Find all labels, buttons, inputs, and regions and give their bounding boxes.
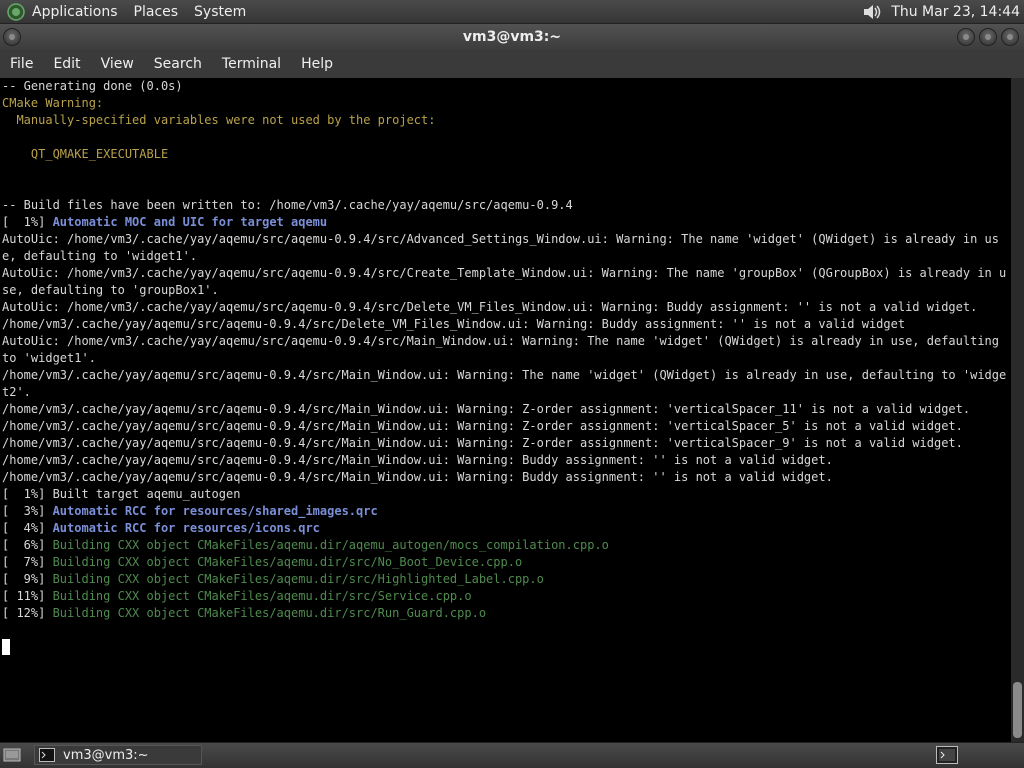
- terminal-line-prefix: [ 9%]: [2, 572, 53, 586]
- terminal-line-prefix: [ 11%]: [2, 589, 53, 603]
- terminal-line: AutoUic: /home/vm3/.cache/yay/aqemu/src/…: [2, 334, 1007, 365]
- terminal-line: /home/vm3/.cache/yay/aqemu/src/aqemu-0.9…: [2, 419, 963, 433]
- terminal-line: /home/vm3/.cache/yay/aqemu/src/aqemu-0.9…: [2, 470, 833, 484]
- menu-view[interactable]: View: [91, 56, 144, 72]
- terminal-line: [ 9%] Building CXX object CMakeFiles/aqe…: [2, 571, 1009, 588]
- terminal-line: [ 12%] Building CXX object CMakeFiles/aq…: [2, 605, 1009, 622]
- terminal-line: -- Generating done (0.0s): [2, 79, 183, 93]
- scrollbar-thumb[interactable]: [1013, 682, 1022, 738]
- terminal-line: [ 4%] Automatic RCC for resources/icons.…: [2, 520, 1009, 537]
- terminal-line: /home/vm3/.cache/yay/aqemu/src/aqemu-0.9…: [2, 436, 963, 450]
- window-title-bar[interactable]: vm3@vm3:~: [0, 24, 1024, 50]
- terminal-line-text: Building CXX object CMakeFiles/aqemu.dir…: [52, 555, 523, 569]
- terminal-line: AutoUic: /home/vm3/.cache/yay/aqemu/src/…: [2, 300, 978, 314]
- menu-terminal[interactable]: Terminal: [212, 56, 291, 72]
- terminal-line: CMake Warning:: [2, 96, 104, 110]
- terminal-line: /home/vm3/.cache/yay/aqemu/src/aqemu-0.9…: [2, 368, 1007, 399]
- terminal-line-prefix: [ 7%]: [2, 555, 53, 569]
- terminal-cursor: [2, 639, 10, 655]
- terminal-line: [ 7%] Building CXX object CMakeFiles/aqe…: [2, 554, 1009, 571]
- terminal-line-prefix: [ 12%]: [2, 606, 53, 620]
- panel-right: Thu Mar 23, 14:44: [861, 1, 1024, 23]
- system-menu[interactable]: System: [194, 4, 246, 20]
- menu-edit[interactable]: Edit: [43, 56, 90, 72]
- gnome-foot-icon[interactable]: [6, 2, 26, 22]
- terminal-line: /home/vm3/.cache/yay/aqemu/src/aqemu-0.9…: [2, 317, 906, 331]
- terminal-line: [ 1%] Built target aqemu_autogen: [2, 487, 241, 501]
- terminal-prompt-line: [2, 639, 1009, 656]
- clock[interactable]: Thu Mar 23, 14:44: [891, 4, 1020, 20]
- terminal-line: /home/vm3/.cache/yay/aqemu/src/aqemu-0.9…: [2, 402, 971, 416]
- menu-file[interactable]: File: [0, 56, 43, 72]
- window-title: vm3@vm3:~: [462, 29, 562, 45]
- terminal-line-text: Automatic RCC for resources/icons.qrc: [52, 521, 320, 535]
- terminal-line-text: Building CXX object CMakeFiles/aqemu.dir…: [52, 606, 487, 620]
- top-panel: Applications Places System Thu Mar 23, 1…: [0, 0, 1024, 24]
- taskbar-item-label: vm3@vm3:~: [63, 747, 149, 763]
- minimize-button[interactable]: [957, 28, 975, 46]
- terminal-line-text: Building CXX object CMakeFiles/aqemu.dir…: [52, 572, 544, 586]
- terminal-line: [ 6%] Building CXX object CMakeFiles/aqe…: [2, 537, 1009, 554]
- taskbar-item-terminal[interactable]: vm3@vm3:~: [34, 745, 202, 765]
- terminal-line-prefix: [ 6%]: [2, 538, 53, 552]
- terminal-line-prefix: [ 4%]: [2, 521, 53, 535]
- show-desktop-icon[interactable]: [3, 747, 21, 763]
- terminal-line: Manually-specified variables were not us…: [2, 113, 436, 127]
- close-button[interactable]: [1001, 28, 1019, 46]
- terminal-icon[interactable]: [936, 746, 958, 764]
- terminal-line: QT_QMAKE_EXECUTABLE: [2, 147, 169, 161]
- terminal-line: /home/vm3/.cache/yay/aqemu/src/aqemu-0.9…: [2, 453, 833, 467]
- terminal-line-text: Building CXX object CMakeFiles/aqemu.dir…: [52, 538, 609, 552]
- menu-help[interactable]: Help: [291, 56, 343, 72]
- terminal-line: [ 1%] Automatic MOC and UIC for target a…: [2, 214, 1009, 231]
- bottom-panel: vm3@vm3:~: [0, 742, 1024, 768]
- maximize-button[interactable]: [979, 28, 997, 46]
- vertical-scrollbar[interactable]: [1011, 78, 1024, 742]
- terminal-line-text: Automatic MOC and UIC for target aqemu: [52, 215, 328, 229]
- applications-menu[interactable]: Applications: [32, 4, 118, 20]
- terminal-output[interactable]: -- Generating done (0.0s) CMake Warning: …: [0, 78, 1011, 742]
- terminal-line: -- Build files have been written to: /ho…: [2, 198, 573, 212]
- terminal-line-prefix: [ 3%]: [2, 504, 53, 518]
- places-menu[interactable]: Places: [134, 4, 179, 20]
- menu-bar: File Edit View Search Terminal Help: [0, 50, 1024, 78]
- terminal-line: AutoUic: /home/vm3/.cache/yay/aqemu/src/…: [2, 266, 1007, 297]
- menu-search[interactable]: Search: [144, 56, 212, 72]
- terminal-line: [ 11%] Building CXX object CMakeFiles/aq…: [2, 588, 1009, 605]
- terminal-line-text: Automatic RCC for resources/shared_image…: [52, 504, 378, 518]
- terminal-line: AutoUic: /home/vm3/.cache/yay/aqemu/src/…: [2, 232, 999, 263]
- terminal-line-text: Building CXX object CMakeFiles/aqemu.dir…: [52, 589, 472, 603]
- terminal-line-prefix: [ 1%]: [2, 215, 53, 229]
- window-menu-button[interactable]: [3, 28, 21, 46]
- terminal-line: [ 3%] Automatic RCC for resources/shared…: [2, 503, 1009, 520]
- volume-icon[interactable]: [861, 1, 883, 23]
- terminal-icon: [39, 748, 55, 762]
